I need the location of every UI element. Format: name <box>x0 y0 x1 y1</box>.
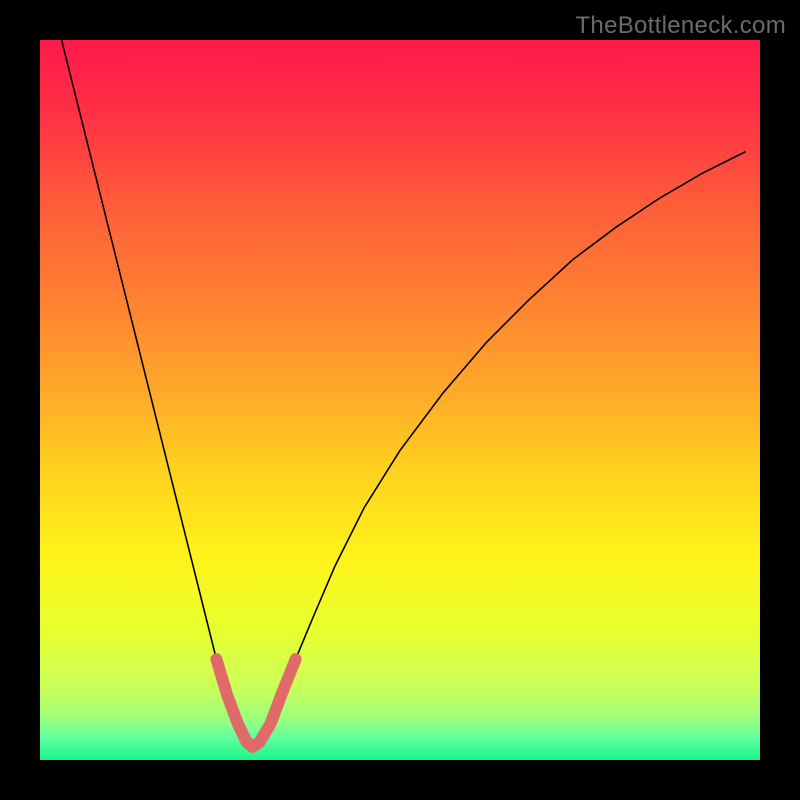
chart-frame: TheBottleneck.com <box>0 0 800 800</box>
watermark-text: TheBottleneck.com <box>575 12 786 40</box>
bottleneck-curve <box>62 40 746 747</box>
optimal-range-marker <box>216 659 295 747</box>
curve-overlay <box>40 40 760 760</box>
plot-area <box>40 40 760 760</box>
